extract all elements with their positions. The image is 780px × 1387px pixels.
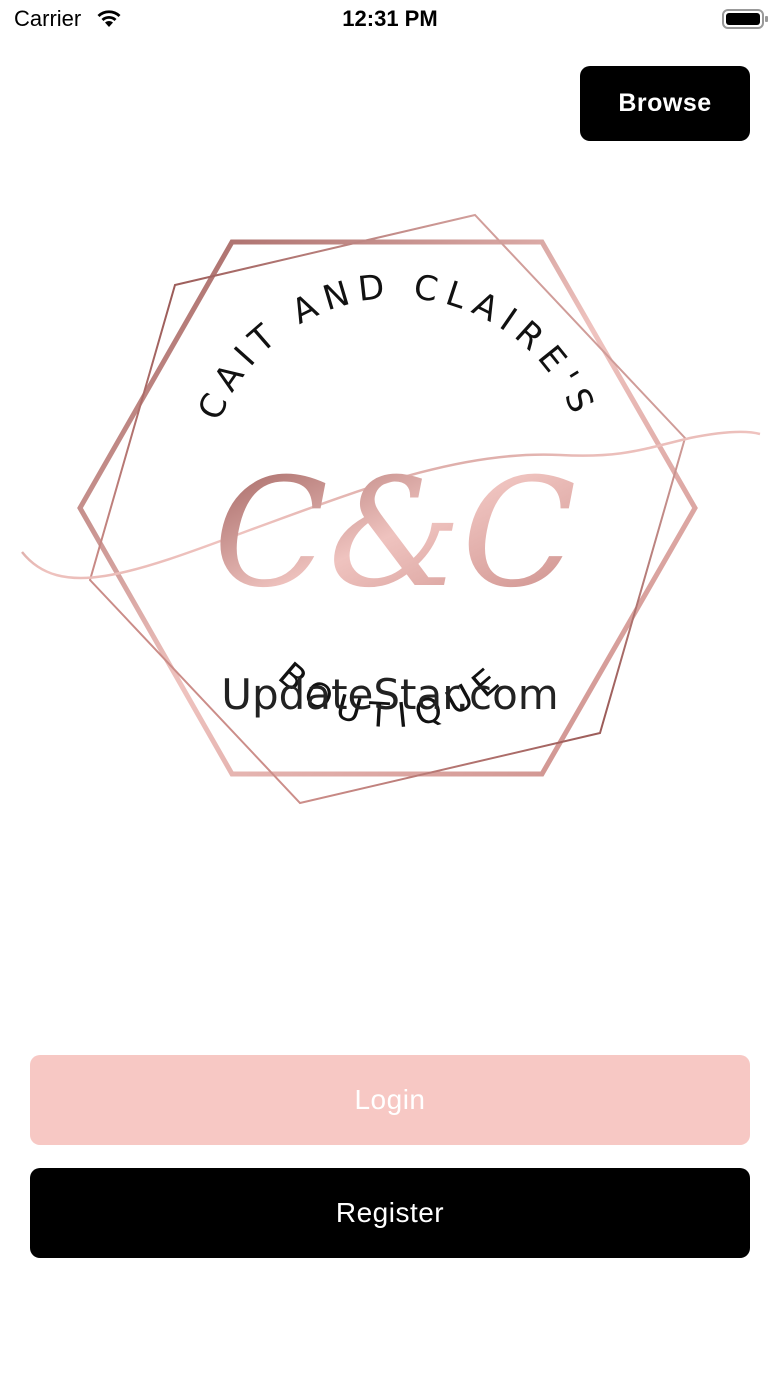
logo-bottom-text: BOUTIQUE — [270, 655, 514, 737]
battery-icon — [722, 9, 768, 29]
login-button[interactable]: Login — [30, 1055, 750, 1145]
logo-top-text: CAIT AND CLAIRE'S — [190, 266, 604, 426]
logo-monogram: C&C — [213, 447, 576, 621]
status-time: 12:31 PM — [342, 6, 438, 31]
boutique-logo: CAIT AND CLAIRE'S C&C BOUTIQUE — [21, 213, 761, 805]
register-button[interactable]: Register — [30, 1168, 750, 1258]
status-bar: Carrier 12:31 PM — [0, 0, 780, 40]
browse-button[interactable]: Browse — [580, 66, 750, 141]
